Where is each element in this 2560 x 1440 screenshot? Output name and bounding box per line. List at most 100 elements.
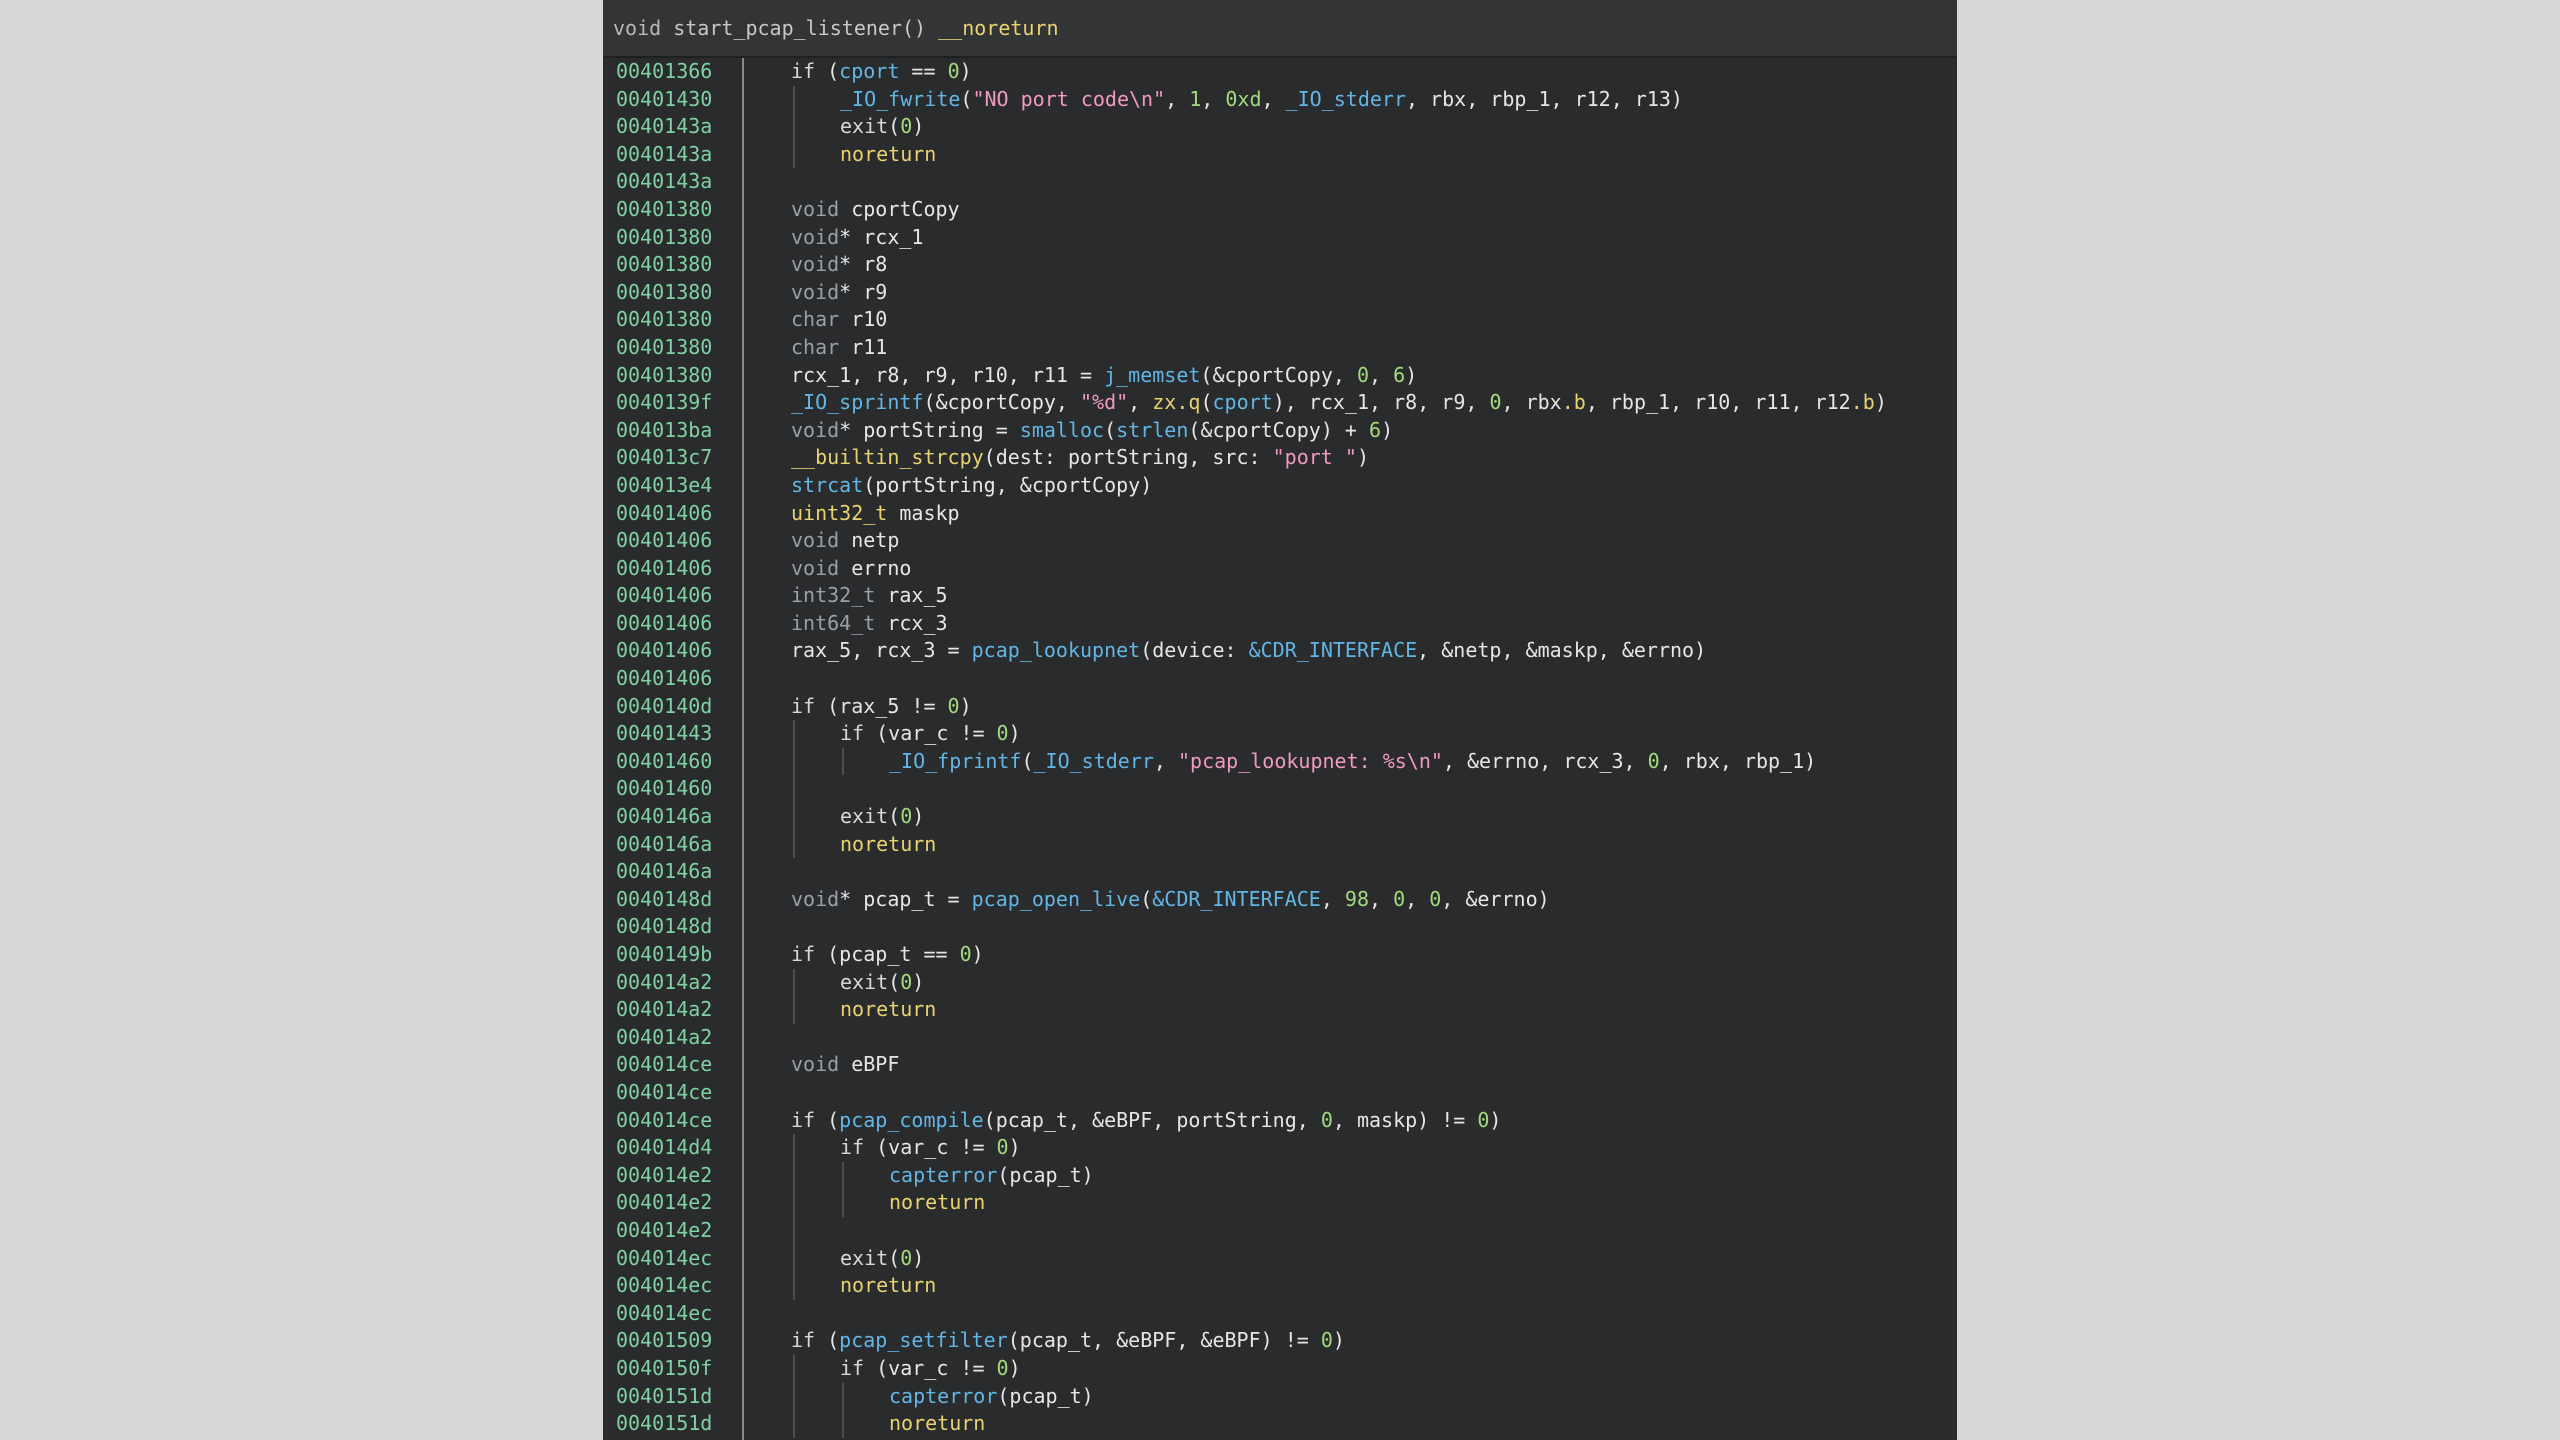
code-line[interactable]: 00401380 void* r8 — [603, 251, 1957, 279]
code-text[interactable]: noreturn — [889, 1410, 985, 1438]
code-text[interactable]: void errno — [791, 555, 911, 583]
code-line[interactable]: 0040148d — [603, 913, 1957, 941]
code-line[interactable]: 00401380 void* r9 — [603, 279, 1957, 307]
code-text[interactable]: if (pcap_t == 0) — [791, 941, 984, 969]
line-address[interactable]: 0040143a — [616, 168, 712, 196]
code-text[interactable]: noreturn — [889, 1189, 985, 1217]
code-text[interactable]: exit(0) — [840, 803, 924, 831]
line-address[interactable]: 0040148d — [616, 913, 712, 941]
code-text[interactable]: noreturn — [840, 831, 936, 859]
code-line[interactable]: 00401460 _IO_fprintf(_IO_stderr, "pcap_lo… — [603, 747, 1957, 776]
line-address[interactable]: 0040139f — [616, 389, 712, 417]
code-line[interactable]: 00401509 if (pcap_setfilter(pcap_t, &eBPF… — [603, 1327, 1957, 1355]
line-address[interactable]: 00401443 — [616, 720, 712, 748]
line-address[interactable]: 00401380 — [616, 306, 712, 334]
code-text[interactable]: void* portString = smalloc(strlen(&cport… — [791, 417, 1393, 445]
code-line[interactable]: 004014e2 — [603, 1216, 1957, 1245]
line-address[interactable]: 00401380 — [616, 251, 712, 279]
code-line[interactable]: 0040149b if (pcap_t == 0) — [603, 941, 1957, 969]
code-text[interactable]: void* pcap_t = pcap_open_live(&CDR_INTER… — [791, 886, 1550, 914]
code-text[interactable]: void* r9 — [791, 279, 887, 307]
code-text[interactable]: int64_t rcx_3 — [791, 610, 948, 638]
code-text[interactable]: _IO_sprintf(&cportCopy, "%d", zx.q(cport… — [791, 389, 1887, 417]
line-address[interactable]: 00401406 — [616, 527, 712, 555]
code-line[interactable]: 004013c7 __builtin_strcpy(dest: portStrin… — [603, 444, 1957, 472]
line-address[interactable]: 004014ce — [616, 1051, 712, 1079]
code-text[interactable]: int32_t rax_5 — [791, 582, 948, 610]
line-address[interactable]: 004014e2 — [616, 1189, 712, 1217]
line-address[interactable]: 004014a2 — [616, 969, 712, 997]
line-address[interactable]: 0040150f — [616, 1355, 712, 1383]
line-address[interactable]: 00401406 — [616, 555, 712, 583]
code-text[interactable]: void eBPF — [791, 1051, 899, 1079]
code-line[interactable]: 004014ce if (pcap_compile(pcap_t, &eBPF, … — [603, 1107, 1957, 1135]
code-line[interactable]: 004014ce — [603, 1079, 1957, 1107]
code-line[interactable]: 0040150f if (var_c != 0) — [603, 1354, 1957, 1383]
code-line[interactable]: 00401380 char r10 — [603, 306, 1957, 334]
code-line[interactable]: 004014d4 if (var_c != 0) — [603, 1134, 1957, 1162]
code-line[interactable]: 00401406 — [603, 665, 1957, 693]
code-text[interactable]: if (pcap_compile(pcap_t, &eBPF, portStri… — [791, 1107, 1501, 1135]
code-text[interactable]: char r10 — [791, 306, 887, 334]
code-text[interactable]: if (pcap_setfilter(pcap_t, &eBPF, &eBPF)… — [791, 1327, 1345, 1355]
code-line[interactable]: 0040143a noreturn — [603, 140, 1957, 169]
line-address[interactable]: 004014e2 — [616, 1162, 712, 1190]
code-line[interactable]: 00401406 int32_t rax_5 — [603, 582, 1957, 610]
code-line[interactable]: 00401406 void errno — [603, 555, 1957, 583]
code-line[interactable]: 004014ce void eBPF — [603, 1051, 1957, 1079]
code-line[interactable]: 0040151d capterror(pcap_t) — [603, 1382, 1957, 1411]
code-line[interactable]: 00401460 — [603, 775, 1957, 804]
line-address[interactable]: 00401406 — [616, 637, 712, 665]
line-address[interactable]: 0040143a — [616, 113, 712, 141]
code-line[interactable]: 0040143a exit(0) — [603, 113, 1957, 141]
line-address[interactable]: 0040149b — [616, 941, 712, 969]
line-address[interactable]: 004014ce — [616, 1107, 712, 1135]
code-line[interactable]: 004014ec — [603, 1300, 1957, 1328]
code-line[interactable]: 0040148d void* pcap_t = pcap_open_live(&C… — [603, 886, 1957, 914]
code-line[interactable]: 004014a2 — [603, 1024, 1957, 1052]
code-text[interactable]: __builtin_strcpy(dest: portString, src: … — [791, 444, 1369, 472]
code-line[interactable]: 00401406 int64_t rcx_3 — [603, 610, 1957, 638]
code-line[interactable]: 00401380 rcx_1, r8, r9, r10, r11 = j_mems… — [603, 362, 1957, 390]
line-address[interactable]: 004014ec — [616, 1272, 712, 1300]
code-text[interactable]: noreturn — [840, 1272, 936, 1300]
code-text[interactable]: noreturn — [840, 996, 936, 1024]
code-line[interactable]: 00401366 if (cport == 0) — [603, 58, 1957, 86]
code-line[interactable]: 00401380 void* rcx_1 — [603, 224, 1957, 252]
code-text[interactable]: if (cport == 0) — [791, 58, 972, 86]
code-line[interactable]: 0040139f _IO_sprintf(&cportCopy, "%d", zx… — [603, 389, 1957, 417]
code-line[interactable]: 0040140d if (rax_5 != 0) — [603, 693, 1957, 721]
line-address[interactable]: 004014ec — [616, 1300, 712, 1328]
code-line[interactable]: 0040146a exit(0) — [603, 803, 1957, 831]
code-text[interactable]: void* r8 — [791, 251, 887, 279]
line-address[interactable]: 00401380 — [616, 279, 712, 307]
line-address[interactable]: 004013e4 — [616, 472, 712, 500]
code-line[interactable]: 00401406 uint32_t maskp — [603, 500, 1957, 528]
line-address[interactable]: 00401406 — [616, 582, 712, 610]
code-line[interactable]: 004014ec noreturn — [603, 1272, 1957, 1300]
code-text[interactable]: if (var_c != 0) — [840, 1134, 1021, 1162]
code-listing[interactable]: 00401366 if (cport == 0) 00401430 _IO_fwrit… — [603, 58, 1957, 1440]
code-text[interactable]: strcat(portString, &cportCopy) — [791, 472, 1152, 500]
line-address[interactable]: 0040146a — [616, 858, 712, 886]
code-text[interactable]: _IO_fprintf(_IO_stderr, "pcap_lookupnet:… — [889, 748, 1816, 776]
code-text[interactable]: capterror(pcap_t) — [889, 1383, 1094, 1411]
line-address[interactable]: 004014a2 — [616, 1024, 712, 1052]
line-address[interactable]: 00401380 — [616, 224, 712, 252]
code-line[interactable]: 0040143a — [603, 168, 1957, 196]
function-name[interactable]: start_pcap_listener() — [673, 16, 926, 40]
line-address[interactable]: 0040151d — [616, 1410, 712, 1438]
code-text[interactable]: capterror(pcap_t) — [889, 1162, 1094, 1190]
code-line[interactable]: 00401406 void netp — [603, 527, 1957, 555]
line-address[interactable]: 00401406 — [616, 665, 712, 693]
line-address[interactable]: 00401380 — [616, 196, 712, 224]
line-address[interactable]: 0040140d — [616, 693, 712, 721]
code-line[interactable]: 004013ba void* portString = smalloc(strle… — [603, 417, 1957, 445]
line-address[interactable]: 004014d4 — [616, 1134, 712, 1162]
code-line[interactable]: 004013e4 strcat(portString, &cportCopy) — [603, 472, 1957, 500]
code-line[interactable]: 004014e2 noreturn — [603, 1189, 1957, 1217]
code-text[interactable]: _IO_fwrite("NO port code\n", 1, 0xd, _IO… — [840, 86, 1683, 114]
code-text[interactable]: if (var_c != 0) — [840, 1355, 1021, 1383]
line-address[interactable]: 00401380 — [616, 362, 712, 390]
code-text[interactable]: char r11 — [791, 334, 887, 362]
